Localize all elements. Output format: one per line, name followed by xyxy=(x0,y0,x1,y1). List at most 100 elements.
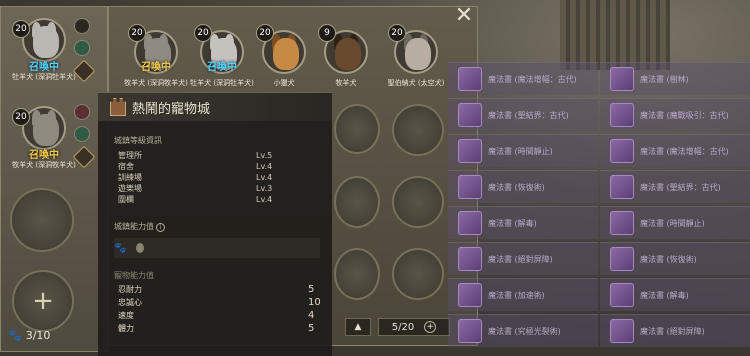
spellbook-item[interactable]: 魔法書 (究極光裂術) xyxy=(448,314,598,347)
spellbook-icon xyxy=(458,139,482,163)
pet-level-badge: 20 xyxy=(12,108,30,126)
spellbook-icon xyxy=(610,319,634,343)
pet-status-label: 召喚中 xyxy=(207,62,237,73)
empty-pet-slot[interactable] xyxy=(334,176,380,228)
facility-row: 圍欄 Lv.4 xyxy=(118,195,273,204)
pet-skill-icon[interactable] xyxy=(74,40,90,56)
info-icon[interactable]: i xyxy=(156,223,165,232)
pet-menu-icon[interactable] xyxy=(74,18,90,34)
spellbook-icon xyxy=(458,103,482,127)
spellbook-label: 魔法書 (時間靜止) xyxy=(640,218,705,228)
spellbook-label: 魔法書 (魔法增幅：古代) xyxy=(640,146,729,156)
page-prev-button[interactable]: ▲ xyxy=(345,318,371,336)
pet-status-label: 召喚中 xyxy=(29,150,59,161)
spellbook-item[interactable]: 魔法書 (時間靜止) xyxy=(600,206,750,239)
spellbook-label: 魔法書 (絕對屏障) xyxy=(640,326,705,336)
spellbook-icon xyxy=(458,175,482,199)
spellbook-item[interactable]: 魔法書 (魔戰吸引：古代) xyxy=(600,98,750,131)
pet-level-badge: 20 xyxy=(388,24,406,42)
attribute-row: 忍耐力 5 xyxy=(118,284,315,295)
background-fence xyxy=(560,0,670,70)
pet-name: 牧羊犬 (深洞牧羊犬) xyxy=(124,79,188,87)
pet-row-slot-4[interactable]: 9 牧羊犬 xyxy=(312,24,380,88)
spellbook-item[interactable]: 魔法書 (恢復術) xyxy=(600,242,750,275)
spellbook-icon xyxy=(458,283,482,307)
popup-title: 熱鬧的寵物城 xyxy=(132,101,211,117)
attribute-row: 體力 5 xyxy=(118,323,315,334)
spellbook-item[interactable]: 魔法書 (解毒) xyxy=(448,206,598,239)
spellbook-label: 魔法書 (時間靜止) xyxy=(488,146,553,156)
empty-pet-slot[interactable] xyxy=(392,176,444,228)
seed-icon xyxy=(136,243,145,253)
pet-level-badge: 20 xyxy=(256,24,274,42)
attr-section-title: 寵物能力值 xyxy=(114,271,154,280)
pet-skill-icon[interactable] xyxy=(74,126,90,142)
pet-level-badge: 20 xyxy=(12,20,30,38)
spellbook-icon xyxy=(610,139,634,163)
spellbook-label: 魔法書 (解毒) xyxy=(640,290,689,300)
heart-icon[interactable] xyxy=(74,104,90,120)
close-button[interactable]: ✕ xyxy=(453,5,475,28)
pet-row-slot-3[interactable]: 20 小獵犬 xyxy=(250,24,318,88)
page-next-icon[interactable]: + xyxy=(424,321,437,333)
spellbook-list: 魔法書 (魔法增幅：古代) 魔法書 (樹林) 魔法書 (聖結界：古代) 魔法書 (魔戰… xyxy=(448,62,750,352)
spellbook-icon xyxy=(610,247,634,271)
pet-name: 牡羊犬 (深洞牡羊犬) xyxy=(190,79,254,87)
empty-pet-slot[interactable] xyxy=(334,248,380,300)
spellbook-label: 魔法書 (究極光裂術) xyxy=(488,326,561,336)
spellbook-label: 魔法書 (魔戰吸引：古代) xyxy=(640,110,729,120)
facility-list: 管理所 Lv.5 宿舍 Lv.4 訓練場 Lv.4 遊樂場 Lv.3 圍欄 Lv.4 xyxy=(98,150,332,205)
popup-header: 熱鬧的寵物城 xyxy=(98,93,332,121)
spellbook-label: 魔法書 (恢復術) xyxy=(488,182,545,192)
pet-row-slot-1[interactable]: 20 召喚中 牧羊犬 (深洞牧羊犬) xyxy=(122,24,190,88)
spellbook-label: 魔法書 (加速術) xyxy=(488,290,545,300)
spellbook-icon xyxy=(458,67,482,91)
spellbook-label: 魔法書 (解毒) xyxy=(488,218,537,228)
castle-icon xyxy=(110,98,126,116)
spellbook-label: 魔法書 (絕對屏障) xyxy=(488,254,553,264)
spellbook-item[interactable]: 魔法書 (絕對屏障) xyxy=(600,314,750,347)
spellbook-item[interactable]: 魔法書 (解毒) xyxy=(600,278,750,311)
pagination: 5/20 + xyxy=(378,318,450,336)
pet-count: 🐾 3/10 xyxy=(8,326,98,344)
empty-pet-slot[interactable] xyxy=(334,104,380,154)
facility-section-title: 城鎮等級資訊 xyxy=(114,136,162,145)
paw-icon: 🐾 xyxy=(114,242,127,254)
pet-status-label: 召喚中 xyxy=(29,62,59,73)
page-number: 5/20 xyxy=(391,321,415,333)
pet-name: 聖伯納犬 (太空犬) xyxy=(387,79,445,87)
facility-row: 訓練場 Lv.4 xyxy=(118,173,273,182)
facility-row: 遊樂場 Lv.3 xyxy=(118,184,273,193)
spellbook-item[interactable]: 魔法書 (時間靜止) xyxy=(448,134,598,167)
spellbook-item[interactable]: 魔法書 (樹林) xyxy=(600,62,750,95)
spellbook-item[interactable]: 魔法書 (恢復術) xyxy=(448,170,598,203)
town-power-row: 🐾 xyxy=(114,238,320,258)
empty-pet-slot[interactable] xyxy=(392,248,444,300)
spellbook-item[interactable]: 魔法書 (聖結界：古代) xyxy=(448,98,598,131)
empty-pet-slot[interactable] xyxy=(10,188,74,252)
pet-name: 牧羊犬 xyxy=(335,79,357,87)
spellbook-icon xyxy=(610,103,634,127)
pet-row-slot-2[interactable]: 20 召喚中 牡羊犬 (深洞牡羊犬) xyxy=(188,24,256,88)
pet-level-badge: 20 xyxy=(194,24,212,42)
empty-pet-slot[interactable] xyxy=(392,104,444,156)
facility-row: 管理所 Lv.5 xyxy=(118,151,273,160)
spellbook-item[interactable]: 魔法書 (絕對屏障) xyxy=(448,242,598,275)
spellbook-icon xyxy=(610,283,634,307)
add-pet-slot[interactable]: + xyxy=(12,270,74,332)
summoned-pet-slot-1[interactable]: 20 召喚中 牡羊犬 (深洞牡羊犬) xyxy=(10,18,78,82)
spellbook-label: 魔法書 (魔法增幅：古代) xyxy=(488,74,577,84)
spellbook-label: 魔法書 (恢復術) xyxy=(640,254,697,264)
pet-name: 牧羊犬 (深洞牧羊犬) xyxy=(12,161,76,169)
facility-row: 宿舍 Lv.4 xyxy=(118,162,273,171)
pet-name: 小獵犬 xyxy=(273,79,295,87)
spellbook-item[interactable]: 魔法書 (魔法增幅：古代) xyxy=(600,134,750,167)
attribute-row: 速度 4 xyxy=(118,310,315,321)
pet-row-slot-5[interactable]: 20 聖伯納犬 (太空犬) xyxy=(382,24,450,88)
spellbook-item[interactable]: 魔法書 (聖結界：古代) xyxy=(600,170,750,203)
spellbook-item[interactable]: 魔法書 (魔法增幅：古代) xyxy=(448,62,598,95)
summoned-pet-slot-2[interactable]: 20 召喚中 牧羊犬 (深洞牧羊犬) xyxy=(10,106,78,170)
spellbook-icon xyxy=(458,319,482,343)
spellbook-item[interactable]: 魔法書 (加速術) xyxy=(448,278,598,311)
spellbook-label: 魔法書 (聖結界：古代) xyxy=(488,110,569,120)
